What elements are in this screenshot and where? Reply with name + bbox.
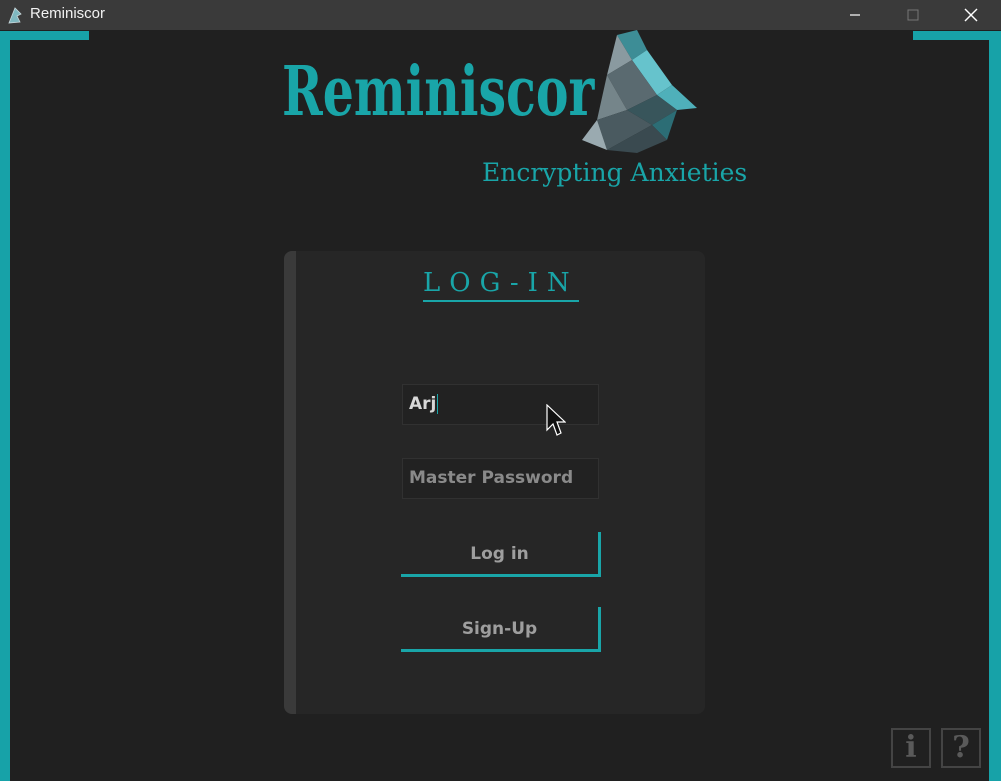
username-input[interactable]: Arj: [402, 384, 599, 425]
help-button[interactable]: ?: [941, 728, 981, 768]
frame-right-accent: [989, 32, 1001, 781]
close-button[interactable]: [942, 0, 1000, 30]
maximize-button[interactable]: [884, 0, 942, 30]
tagline: Encrypting Anxieties: [482, 158, 748, 187]
help-icon: ?: [952, 730, 970, 765]
raven-logo-icon: [582, 30, 697, 153]
frame-left-accent: [0, 32, 10, 781]
frame-top-left-accent: [0, 31, 89, 40]
close-icon: [964, 8, 978, 22]
password-placeholder: Master Password: [409, 468, 574, 488]
signup-button[interactable]: Sign-Up: [401, 607, 601, 652]
logo-wordmark: Reminiscor: [282, 52, 595, 132]
username-value: Arj: [409, 394, 437, 414]
frame-top-right-accent: [913, 31, 1001, 40]
login-button[interactable]: Log in: [401, 532, 601, 577]
login-heading: LOG-IN: [423, 268, 579, 302]
info-button[interactable]: i: [891, 728, 931, 768]
text-caret: [437, 394, 439, 414]
minimize-button[interactable]: [826, 0, 884, 30]
title-bar: Reminiscor: [0, 0, 1001, 30]
login-card-edge: [284, 251, 296, 714]
app-icon: [8, 7, 22, 24]
master-password-input[interactable]: Master Password: [402, 458, 599, 499]
info-icon: i: [905, 730, 917, 765]
mouse-cursor-icon: [546, 404, 566, 436]
window-title: Reminiscor: [30, 5, 106, 22]
minimize-icon: [850, 14, 860, 16]
maximize-icon: [907, 9, 919, 21]
